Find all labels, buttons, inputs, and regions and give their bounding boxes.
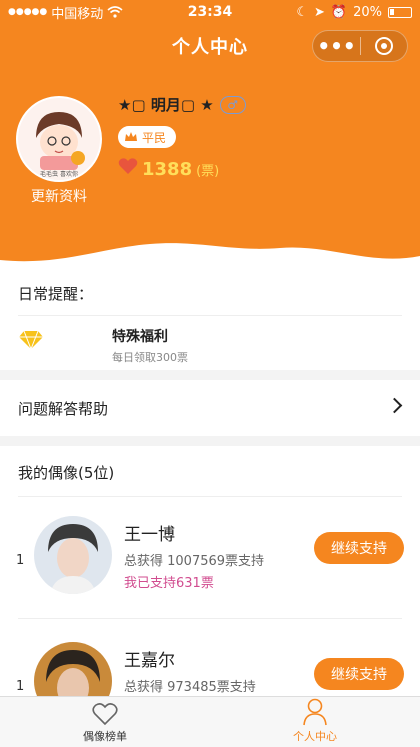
status-bar: ●●●●● 中国移动 23:34 ☾ ➤ ⏰ 20% xyxy=(0,0,420,24)
idol-row[interactable]: 1 王嘉尔 总获得 973485票支持 继续支持 xyxy=(0,634,420,696)
username-row: ★▢ 明月▢ ★ ♂ xyxy=(118,94,246,115)
reminder-item-sub: 每日领取300票 xyxy=(112,351,188,364)
rank-label: 平民 xyxy=(142,130,167,145)
reminder-item-special-benefit[interactable]: 特殊福利 每日领取300票 xyxy=(18,315,402,367)
idol-rank: 1 xyxy=(16,553,25,568)
idol-my-support: 我已支持631票 xyxy=(124,576,214,591)
idol-name: 王一博 xyxy=(124,525,175,545)
tab-idol-ranking[interactable]: 偶像榜单 xyxy=(0,697,210,747)
idol-avatar xyxy=(34,642,112,696)
battery-icon xyxy=(388,6,412,18)
gender-male-icon: ♂ xyxy=(219,95,246,114)
help-label: 问题解答帮助 xyxy=(18,400,109,418)
reminder-title: 日常提醒： xyxy=(18,285,94,303)
idol-name: 王嘉尔 xyxy=(124,651,175,671)
continue-support-button[interactable]: 继续支持 xyxy=(314,658,404,690)
alarm-icon: ⏰ xyxy=(330,4,348,20)
clock: 23:34 xyxy=(187,4,233,20)
divider xyxy=(18,496,402,497)
idols-card: 我的偶像(5位) 1 王一博 总获得 1007569票支持 我已支持631票 继… xyxy=(0,446,420,696)
idols-title: 我的偶像(5位) xyxy=(18,464,115,482)
wifi-icon xyxy=(107,6,123,18)
page-title: 个人中心 xyxy=(172,37,248,58)
votes-row: 1388 (票) xyxy=(118,157,219,180)
avatar[interactable]: 毛毛虫 喜欢你 xyxy=(16,96,102,182)
tab-label: 个人中心 xyxy=(293,730,337,743)
avatar-caption: 毛毛虫 喜欢你 xyxy=(40,170,78,178)
chevron-right-icon xyxy=(386,397,403,414)
divider xyxy=(18,618,402,619)
person-outline-icon xyxy=(303,698,327,726)
votes-count: 1388 xyxy=(142,159,193,180)
votes-unit: (票) xyxy=(196,164,220,179)
tab-bar: 偶像榜单 个人中心 xyxy=(0,696,420,747)
idol-avatar xyxy=(34,516,112,594)
nav-bar: 个人中心 ••• xyxy=(0,24,420,68)
signal-icon: ●●●●● xyxy=(8,7,48,17)
more-dots-icon[interactable]: ••• xyxy=(313,31,360,61)
crown-icon xyxy=(125,132,137,141)
target-circle-icon[interactable] xyxy=(361,37,407,55)
heart-outline-icon xyxy=(92,703,118,726)
tab-label: 偶像榜单 xyxy=(83,730,127,743)
reminder-card: 日常提醒： 特殊福利 每日领取300票 xyxy=(0,266,420,370)
mini-program-capsule: ••• xyxy=(312,30,408,62)
idol-rank: 1 xyxy=(16,679,25,694)
location-icon: ➤ xyxy=(314,4,325,20)
idol-total-votes: 总获得 973485票支持 xyxy=(124,680,256,695)
heart-icon xyxy=(118,158,138,174)
diamond-icon xyxy=(19,330,43,350)
idol-total-votes: 总获得 1007569票支持 xyxy=(124,554,265,569)
carrier-label: 中国移动 xyxy=(51,6,104,22)
username: ★▢ 明月▢ ★ xyxy=(118,96,214,114)
idol-row[interactable]: 1 王一博 总获得 1007569票支持 我已支持631票 继续支持 xyxy=(0,508,420,628)
rank-badge: 平民 xyxy=(118,126,177,148)
header-wave xyxy=(0,230,420,266)
continue-support-button[interactable]: 继续支持 xyxy=(314,532,404,564)
help-row[interactable]: 问题解答帮助 xyxy=(0,380,420,436)
reminder-item-label: 特殊福利 xyxy=(112,329,168,345)
battery-percent: 20% xyxy=(353,4,382,20)
update-profile-link[interactable]: 更新资料 xyxy=(16,186,102,206)
tab-personal-center[interactable]: 个人中心 xyxy=(210,697,420,747)
moon-icon: ☾ xyxy=(296,4,308,20)
